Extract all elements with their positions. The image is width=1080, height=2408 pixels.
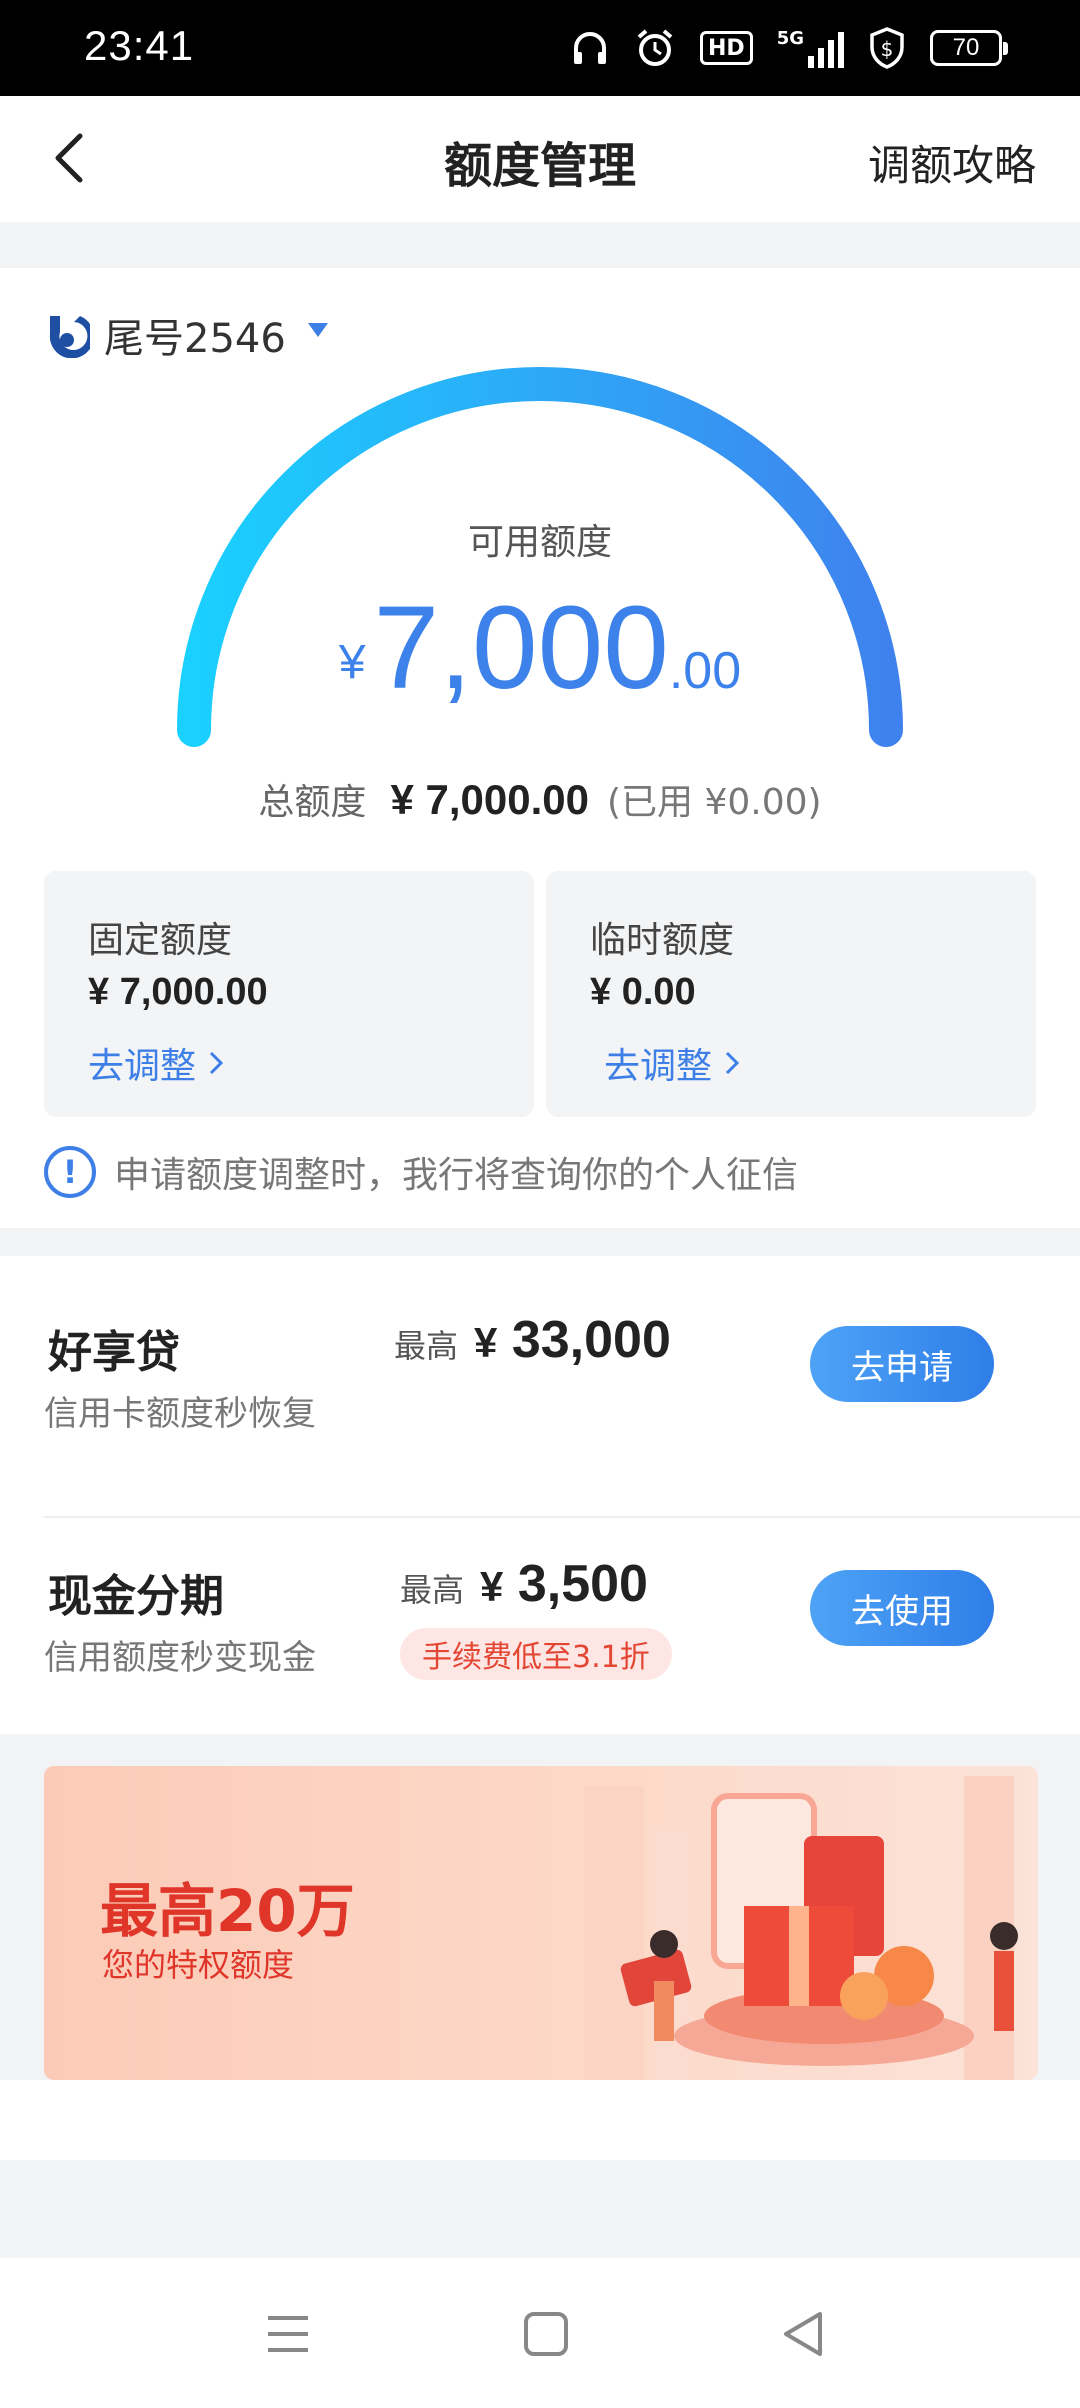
- fixed-adjust-link[interactable]: 去调整: [88, 1037, 226, 1089]
- fixed-quota-amount: ¥ 7,000.00: [88, 971, 268, 1013]
- banner-headline: 最高20万: [100, 1877, 355, 1945]
- fixed-quota-label: 固定额度: [88, 920, 233, 961]
- available-label: 可用额度: [467, 522, 612, 563]
- product-row[interactable]: 现金分期 信用额度秒变现金 最高 ¥ 3,500 手续费低至3.1折 去使用: [0, 1555, 1080, 1786]
- hd-icon: HD: [700, 31, 753, 65]
- quota-guide-link[interactable]: 调额攻略: [868, 132, 1036, 193]
- product-max: 最高 ¥ 33,000: [394, 1310, 671, 1370]
- available-currency: ¥: [338, 636, 366, 689]
- fixed-quota-card: 固定额度 ¥ 7,000.00 去调整: [44, 871, 534, 1117]
- use-button[interactable]: 去使用: [810, 1570, 994, 1646]
- spacer: [0, 2080, 1080, 2160]
- chevron-right-icon: [209, 1051, 224, 1075]
- credit-check-notice: ! 申请额度调整时，我行将查询你的个人征信: [44, 1146, 798, 1198]
- total-label: 总额度: [258, 782, 367, 823]
- fixed-adjust-label: 去调整: [88, 1046, 197, 1087]
- home-nav-icon[interactable]: [516, 2304, 576, 2364]
- available-decimal: .00: [668, 642, 742, 700]
- battery-icon: 70: [930, 30, 1008, 66]
- product-row[interactable]: 好享贷 信用卡额度秒恢复 最高 ¥ 33,000 去申请: [0, 1311, 1080, 1534]
- loan-products: 好享贷 信用卡额度秒恢复 最高 ¥ 33,000 去申请 现金分期 信用额度秒变现…: [0, 1256, 1080, 1734]
- used-value: (已用 ¥0.00): [606, 782, 822, 823]
- product-desc: 信用额度秒变现金: [44, 1638, 316, 1678]
- available-amount: ¥7,000.00: [0, 580, 1080, 716]
- divider: [44, 1516, 1080, 1518]
- product-name: 好享贷: [48, 1327, 180, 1378]
- gift-illustration: [584, 1776, 1018, 2080]
- system-nav-bar: [0, 2258, 1080, 2408]
- available-integer: 7,000: [373, 582, 669, 714]
- banner-subline: 您的特权额度: [102, 1946, 295, 1984]
- alarm-icon: [637, 29, 673, 66]
- notice-text: 申请额度调整时，我行将查询你的个人征信: [114, 1155, 799, 1196]
- menu-nav-icon[interactable]: [258, 2304, 318, 2364]
- shield-dollar-icon: $: [870, 27, 904, 69]
- chevron-right-icon: [725, 1051, 740, 1075]
- fee-discount-tag: 手续费低至3.1折: [400, 1628, 672, 1680]
- battery-level: 70: [952, 34, 980, 61]
- product-desc: 信用卡额度秒恢复: [44, 1394, 316, 1434]
- apply-button[interactable]: 去申请: [810, 1326, 994, 1402]
- temporary-quota-card: 临时额度 ¥ 0.00 去调整: [546, 871, 1036, 1117]
- product-amount: 3,500: [517, 1555, 648, 1613]
- temporary-adjust-label: 去调整: [604, 1046, 713, 1087]
- back-nav-icon[interactable]: [774, 2304, 834, 2364]
- dropdown-caret-icon: [307, 323, 328, 337]
- status-bar: 23:41 HD 5G $ 70: [0, 0, 1080, 96]
- product-amount: 33,000: [511, 1311, 671, 1369]
- temporary-adjust-link[interactable]: 去调整: [604, 1037, 742, 1089]
- temporary-quota-label: 临时额度: [590, 920, 735, 961]
- product-max-label: 最高: [394, 1327, 459, 1365]
- product-currency: ¥: [474, 1319, 498, 1366]
- temporary-quota-amount: ¥ 0.00: [590, 971, 696, 1013]
- product-currency: ¥: [480, 1563, 504, 1610]
- hd-label: HD: [708, 35, 745, 61]
- top-nav: 额度管理 调额攻略: [0, 96, 1080, 222]
- promo-banner[interactable]: 最高20万 您的特权额度: [44, 1766, 1038, 2080]
- total-value: ¥ 7,000.00: [390, 776, 589, 823]
- info-icon: !: [44, 1146, 96, 1198]
- bank-logo-icon: [49, 316, 90, 358]
- status-time: 23:41: [84, 22, 195, 69]
- signal-icon: 5G: [777, 28, 844, 68]
- product-max: 最高 ¥ 3,500: [400, 1554, 648, 1614]
- product-name: 现金分期: [48, 1571, 224, 1622]
- product-max-label: 最高: [400, 1571, 465, 1609]
- quota-card: 尾号2546 可用额度 ¥7,000.00 总额度 ¥ 7,000.00 (已用 ¥…: [0, 268, 1080, 1228]
- status-icons: HD 5G $ 70: [570, 24, 1008, 72]
- net-label: 5G: [776, 28, 804, 49]
- total-line: 总额度 ¥ 7,000.00 (已用 ¥0.00): [0, 773, 1080, 825]
- headphones-icon: [574, 32, 606, 64]
- svg-text:$: $: [881, 37, 894, 61]
